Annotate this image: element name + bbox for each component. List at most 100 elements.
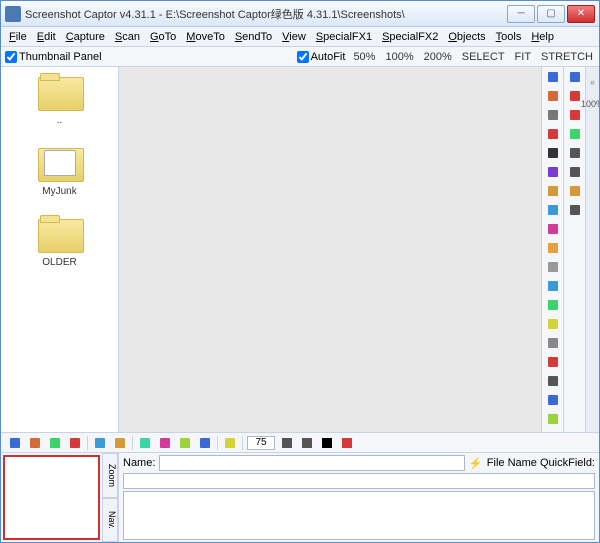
blur-icon[interactable]: [545, 411, 561, 427]
side-zoom-strip: « 100%: [585, 67, 599, 432]
folder-label: MyJunk: [42, 186, 76, 197]
bottool-t7-icon[interactable]: [137, 435, 153, 451]
properties-pane: Name: ⚡ File Name QuickField:: [119, 453, 599, 542]
titlebar[interactable]: Screenshot Captor v4.31.1 - E:\Screensho…: [1, 1, 599, 27]
clip-icon[interactable]: [567, 183, 583, 199]
close-button[interactable]: ✕: [567, 5, 595, 23]
folder-icon: [36, 73, 84, 113]
side-zoom-label: 100%: [581, 99, 599, 109]
maximize-button[interactable]: ▢: [537, 5, 565, 23]
zoom-select[interactable]: SELECT: [460, 51, 507, 63]
folder-icon: [36, 144, 84, 184]
navtab-zoom[interactable]: Zoom: [102, 453, 118, 498]
app-window: Screenshot Captor v4.31.1 - E:\Screensho…: [0, 0, 600, 543]
zoom-stretch[interactable]: STRETCH: [539, 51, 595, 63]
zoom-toolbar: Thumbnail Panel AutoFit 50% 100% 200% SELEC…: [1, 47, 599, 67]
menu-view[interactable]: View: [278, 30, 310, 44]
mail-icon[interactable]: [545, 316, 561, 332]
link-icon[interactable]: ⚡: [469, 457, 483, 470]
bottool-t10-icon[interactable]: [197, 435, 213, 451]
right-toolbar-b: [563, 67, 585, 432]
copy-icon[interactable]: [567, 145, 583, 161]
nav-canvas[interactable]: [3, 455, 100, 540]
save-icon[interactable]: [545, 69, 561, 85]
menu-capture[interactable]: Capture: [62, 30, 109, 44]
folder-pane: .. MyJunk OLDER: [1, 67, 119, 432]
bw-icon[interactable]: [319, 435, 335, 451]
grid-icon[interactable]: [545, 392, 561, 408]
star-icon[interactable]: [545, 240, 561, 256]
config-icon[interactable]: [545, 335, 561, 351]
folder-label: OLDER: [42, 257, 76, 268]
zoom-50[interactable]: 50%: [351, 51, 377, 63]
step-down[interactable]: [299, 435, 315, 451]
bottool-t8-icon[interactable]: [157, 435, 173, 451]
step-up[interactable]: [279, 435, 295, 451]
quickfield-input[interactable]: [123, 473, 595, 489]
zoom-fit[interactable]: FIT: [513, 51, 534, 63]
name-label: Name:: [123, 457, 155, 469]
autofit-checkbox[interactable]: AutoFit: [297, 51, 346, 63]
bottool-t11-icon[interactable]: [222, 435, 238, 451]
folder-item[interactable]: OLDER: [36, 215, 84, 268]
quickfield-label: File Name QuickField:: [487, 457, 595, 469]
fx-icon[interactable]: [545, 164, 561, 180]
spin-value[interactable]: [247, 436, 275, 450]
bottool-t2-icon[interactable]: [27, 435, 43, 451]
nav-thumbnail-pane: ZoomNav.: [1, 453, 119, 542]
layers-icon[interactable]: [545, 202, 561, 218]
name-field[interactable]: [159, 455, 464, 471]
bottool-t9-icon[interactable]: [177, 435, 193, 451]
globe-icon[interactable]: [545, 297, 561, 313]
zoom-100[interactable]: 100%: [383, 51, 415, 63]
menu-help[interactable]: Help: [527, 30, 558, 44]
bottool-t1-icon[interactable]: [7, 435, 23, 451]
new-icon[interactable]: [567, 126, 583, 142]
folder-item[interactable]: MyJunk: [36, 144, 84, 197]
expand-icon[interactable]: «: [590, 77, 595, 87]
folder-label: ..: [57, 115, 63, 126]
colorpick-icon[interactable]: [567, 202, 583, 218]
text-icon[interactable]: [545, 145, 561, 161]
bottool-t6-icon[interactable]: [112, 435, 128, 451]
menu-edit[interactable]: Edit: [33, 30, 60, 44]
app-icon: [5, 6, 21, 22]
brush-icon[interactable]: [545, 126, 561, 142]
eraser-icon[interactable]: [545, 107, 561, 123]
menu-specialfx2[interactable]: SpecialFX2: [378, 30, 442, 44]
printer-icon[interactable]: [545, 259, 561, 275]
window-title: Screenshot Captor v4.31.1 - E:\Screensho…: [25, 6, 507, 22]
flag-icon[interactable]: [339, 435, 355, 451]
folder-icon: [36, 215, 84, 255]
record-icon[interactable]: [545, 354, 561, 370]
menu-sendto[interactable]: SendTo: [231, 30, 276, 44]
menu-scan[interactable]: Scan: [111, 30, 144, 44]
menu-goto[interactable]: GoTo: [146, 30, 180, 44]
zoom-200[interactable]: 200%: [422, 51, 454, 63]
navtab-nav[interactable]: Nav.: [102, 498, 118, 543]
bottool-t4-icon[interactable]: [67, 435, 83, 451]
memo-field[interactable]: [123, 491, 595, 540]
folder-item[interactable]: ..: [36, 73, 84, 126]
thumbnail-panel-checkbox[interactable]: Thumbnail Panel: [5, 51, 102, 63]
menu-file[interactable]: File: [5, 30, 31, 44]
menu-moveto[interactable]: MoveTo: [182, 30, 229, 44]
menu-specialfx1[interactable]: SpecialFX1: [312, 30, 376, 44]
paste-icon[interactable]: [567, 164, 583, 180]
right-toolbar-a: [541, 67, 563, 432]
disk-icon[interactable]: [545, 278, 561, 294]
menu-tools[interactable]: Tools: [492, 30, 526, 44]
fx2-icon[interactable]: [545, 183, 561, 199]
menubar: FileEditCaptureScanGoToMoveToSendToViewS…: [1, 27, 599, 47]
bottool-t3-icon[interactable]: [47, 435, 63, 451]
menu-objects[interactable]: Objects: [444, 30, 489, 44]
save2-icon[interactable]: [567, 69, 583, 85]
minimize-button[interactable]: ─: [507, 5, 535, 23]
pencil-icon[interactable]: [545, 88, 561, 104]
bottool-t5-icon[interactable]: [92, 435, 108, 451]
redx-icon[interactable]: [567, 107, 583, 123]
main-canvas[interactable]: [119, 67, 541, 432]
arrange-icon[interactable]: [545, 221, 561, 237]
bottom-toolbar: [1, 433, 599, 453]
target-icon[interactable]: [545, 373, 561, 389]
